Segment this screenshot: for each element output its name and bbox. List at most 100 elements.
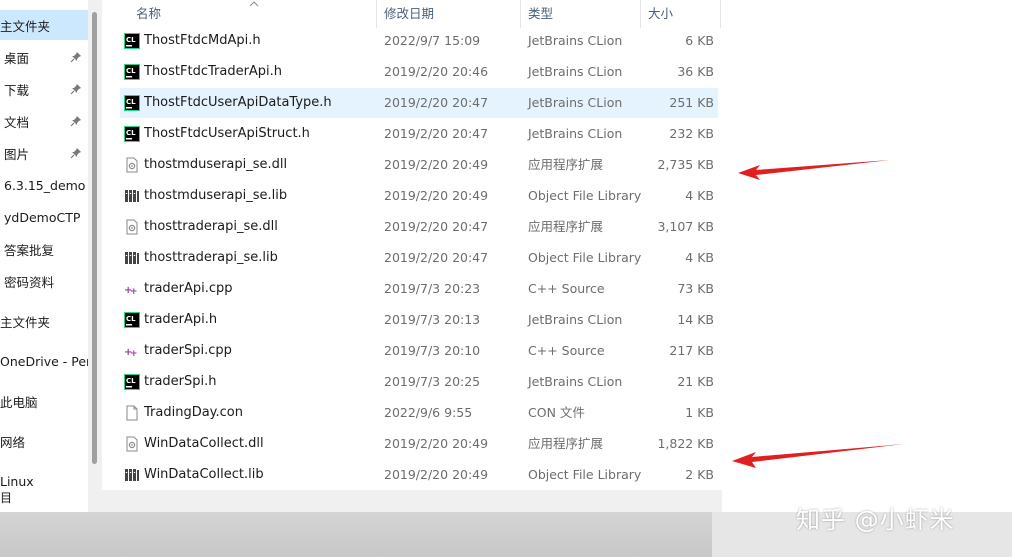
column-header-size[interactable]: 大小 [648,0,673,28]
sidebar-item-label: 主文件夹 [0,314,51,330]
file-row[interactable]: thosttraderapi_se.dll 2019/2/20 20:47 应用程序… [120,212,718,242]
file-row[interactable]: CL ThostFtdcTraderApi.h 2019/2/20 20:46 Jet… [120,57,718,87]
file-row[interactable]: + + traderSpi.cpp 2019/7/3 20:10 C++ Source 2… [120,336,718,366]
file-size: 2,735 KB [657,157,714,172]
file-size: 251 KB [669,95,714,110]
file-date-modified: 2022/9/6 9:55 [384,405,473,420]
file-size: 232 KB [669,126,714,141]
sidebar-item[interactable]: OneDrive - Pers [0,346,88,376]
sidebar-item[interactable]: 此电脑 [0,386,88,416]
file-name: ThostFtdcUserApiDataType.h [144,95,332,110]
file-date-modified: 2019/7/3 20:23 [384,281,481,296]
column-header-name[interactable]: 名称 [136,0,161,28]
file-row[interactable]: CL ThostFtdcUserApiDataType.h 2019/2/20 20… [120,88,718,118]
file-type: JetBrains CLion [528,374,623,389]
file-name: ThostFtdcMdApi.h [144,33,261,48]
svg-text:+: + [130,287,138,297]
file-date-modified: 2022/9/7 15:09 [384,33,481,48]
file-icon [126,405,138,421]
file-name: traderApi.cpp [144,281,233,296]
file-size: 4 KB [685,188,714,203]
file-date-modified: 2019/2/20 20:49 [384,157,489,172]
dll-icon [126,436,138,452]
navigation-scrollbar-thumb[interactable] [92,12,97,464]
sidebar-item[interactable]: 6.3.15_demo [0,170,88,200]
file-row[interactable]: WinDataCollect.lib 2019/2/20 20:49 Object … [120,460,718,490]
file-date-modified: 2019/2/20 20:47 [384,95,489,110]
file-size: 3,107 KB [657,219,714,234]
sidebar-item-label: 此电脑 [0,394,38,410]
file-size: 73 KB [677,281,714,296]
file-name: ThostFtdcUserApiStruct.h [144,126,310,141]
file-size: 6 KB [685,33,714,48]
pin-icon [70,116,81,127]
pane-bottom-edge [88,490,722,512]
file-row[interactable]: + + traderApi.cpp 2019/7/3 20:23 C++ Source 7… [120,274,718,304]
sidebar-item[interactable]: 图片 [0,138,88,168]
sidebar-item-label: OneDrive - Pers [0,353,88,369]
file-type: 应用程序扩展 [528,157,604,172]
column-divider[interactable] [520,0,521,28]
file-type: Object File Library [528,250,642,265]
column-header-type[interactable]: 类型 [528,0,553,28]
file-name: ThostFtdcTraderApi.h [144,64,283,79]
file-row[interactable]: CL traderApi.h 2019/7/3 20:13 JetBrains CLi… [120,305,718,335]
file-size: 21 KB [677,374,714,389]
sidebar-item[interactable]: ydDemoCTP [0,202,88,232]
file-name: traderSpi.cpp [144,343,232,358]
cpp-icon: ++ [124,347,138,359]
file-row[interactable]: CL traderSpi.h 2019/7/3 20:25 JetBrains CLi… [120,367,718,397]
file-row[interactable]: thostmduserapi_se.dll 2019/2/20 20:49 应用程序… [120,150,718,180]
column-divider[interactable] [640,0,641,28]
clion-icon: CL [124,33,140,49]
sidebar-item-label: 下载 [4,82,30,98]
lib-icon [125,190,139,202]
sidebar-item-label: 文档 [4,114,30,130]
file-row[interactable]: CL ThostFtdcMdApi.h 2022/9/7 15:09 JetBrain… [120,26,718,56]
file-size: 1,822 KB [657,436,714,451]
sidebar-item[interactable]: 桌面 [0,42,88,72]
sidebar-item[interactable]: 主文件夹 [0,306,88,336]
file-name: WinDataCollect.lib [144,467,264,482]
dll-icon [126,219,138,235]
annotation-arrow-icon [732,444,904,468]
sidebar-item-label: 6.3.15_demo [4,177,86,193]
file-row[interactable]: CL ThostFtdcUserApiStruct.h 2019/2/20 20:4… [120,119,718,149]
file-name: TradingDay.con [144,405,243,420]
file-date-modified: 2019/2/20 20:47 [384,250,489,265]
sidebar-item-label: Linux [0,473,34,489]
svg-text:CL: CL [126,67,136,75]
file-type: 应用程序扩展 [528,436,604,451]
file-row[interactable]: thostmduserapi_se.lib 2019/2/20 20:49 Obje… [120,181,718,211]
file-name: thosttraderapi_se.lib [144,250,278,265]
sidebar-item-label: 图片 [4,146,30,162]
file-date-modified: 2019/2/20 20:49 [384,436,489,451]
svg-text:CL: CL [126,377,136,385]
file-name: thostmduserapi_se.dll [144,157,288,172]
file-row[interactable]: TradingDay.con 2022/9/6 9:55 CON 文件 1 KB [120,398,718,428]
file-date-modified: 2019/7/3 20:25 [384,374,481,389]
svg-text:CL: CL [126,36,136,44]
sidebar-item[interactable]: 网络 [0,426,88,456]
pin-icon [70,52,81,63]
pin-icon [70,148,81,159]
sidebar-item[interactable]: 答案批复 [0,234,88,264]
sidebar-item[interactable]: 下载 [0,74,88,104]
clion-icon: CL [124,64,140,80]
svg-text:CL: CL [126,98,136,106]
column-header-date[interactable]: 修改日期 [384,0,434,28]
watermark: 知乎 @小虾米 [796,506,955,534]
file-type: Object File Library [528,188,642,203]
svg-text:+: + [130,349,138,359]
sidebar-item-label: 桌面 [4,50,30,66]
file-row[interactable]: WinDataCollect.dll 2019/2/20 20:49 应用程序扩展 1… [120,429,718,459]
file-row[interactable]: thosttraderapi_se.lib 2019/2/20 20:47 Obje… [120,243,718,273]
sidebar-item[interactable]: 主文件夹 [0,10,88,40]
sidebar-item[interactable]: 文档 [0,106,88,136]
file-date-modified: 2019/7/3 20:13 [384,312,481,327]
navigation-scrollbar[interactable] [88,0,102,490]
column-divider[interactable] [720,0,721,28]
sidebar-item[interactable]: 密码资料 [0,266,88,296]
column-divider[interactable] [376,0,377,28]
file-size: 2 KB [685,467,714,482]
